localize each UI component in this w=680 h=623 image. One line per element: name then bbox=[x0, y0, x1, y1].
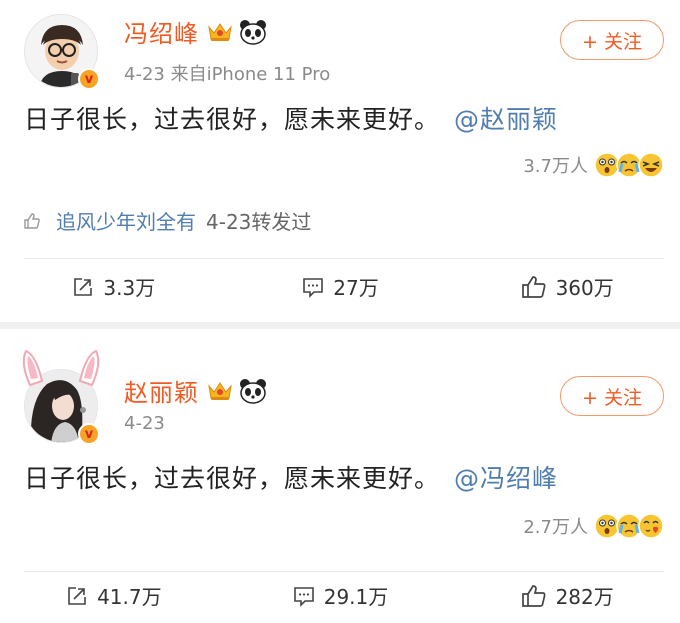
divider bbox=[24, 571, 664, 572]
crown-icon bbox=[208, 381, 232, 400]
share-icon bbox=[74, 277, 93, 296]
author-name[interactable]: 赵丽颖 bbox=[124, 373, 199, 408]
post-text: 日子很长，过去很好，愿未来更好。 @赵丽颖 bbox=[24, 100, 558, 136]
comment-icon bbox=[293, 586, 314, 607]
post-text: 日子很长，过去很好，愿未来更好。 @冯绍峰 bbox=[24, 459, 558, 495]
comment-button[interactable]: 29.1万 bbox=[227, 581, 454, 610]
like-icon bbox=[521, 275, 546, 298]
comment-count: 27万 bbox=[333, 276, 379, 300]
comment-icon bbox=[303, 277, 324, 298]
action-bar: 3.3万 27万 360万 bbox=[0, 272, 680, 301]
weibo-post-2: v 赵丽颖 4-23 + 关注 日子很长，过去很好，愿未来更好。 @冯绍峰 2.7… bbox=[0, 329, 680, 623]
reaction-summary[interactable]: 3.7万人 bbox=[523, 152, 664, 178]
reaction-summary[interactable]: 2.7万人 bbox=[523, 513, 664, 539]
like-button[interactable]: 282万 bbox=[453, 581, 680, 610]
avatar-wrap[interactable]: v bbox=[22, 349, 100, 445]
follow-button[interactable]: + 关注 bbox=[560, 20, 664, 60]
like-button[interactable]: 360万 bbox=[453, 272, 680, 301]
reaction-count: 2.7万人 bbox=[523, 517, 588, 538]
verified-badge-icon: v bbox=[78, 68, 100, 90]
bunny-ears-icon bbox=[22, 349, 100, 387]
repost-time: 4-23转发过 bbox=[206, 210, 312, 234]
weibo-post-1: v 冯绍峰 4-23 来自iPhone 11 Pro + 关注 日子很长，过去很… bbox=[0, 0, 680, 322]
comment-button[interactable]: 27万 bbox=[227, 272, 454, 301]
laughing-emoji-icon bbox=[638, 152, 664, 178]
author-row: 赵丽颖 bbox=[124, 373, 267, 408]
share-icon bbox=[68, 586, 86, 605]
thumb-icon bbox=[24, 212, 40, 229]
action-bar: 41.7万 29.1万 282万 bbox=[0, 581, 680, 610]
like-count: 360万 bbox=[555, 276, 614, 300]
post-meta: 4-23 bbox=[124, 413, 165, 434]
mention-link[interactable]: @赵丽颖 bbox=[454, 105, 558, 134]
mention-link[interactable]: @冯绍峰 bbox=[454, 464, 558, 493]
divider bbox=[24, 258, 664, 259]
author-name[interactable]: 冯绍峰 bbox=[124, 14, 199, 49]
share-count: 3.3万 bbox=[103, 276, 156, 300]
panda-icon bbox=[240, 19, 266, 45]
heart-kiss-emoji-icon bbox=[638, 513, 664, 539]
post-body: 日子很长，过去很好，愿未来更好。 bbox=[24, 105, 441, 134]
repost-info: 追风少年刘全有 4-23转发过 bbox=[22, 206, 311, 235]
repost-user-link[interactable]: 追风少年刘全有 bbox=[56, 206, 196, 235]
comment-count: 29.1万 bbox=[323, 585, 389, 609]
post-separator bbox=[0, 322, 680, 329]
share-button[interactable]: 3.3万 bbox=[0, 272, 227, 301]
panda-icon bbox=[240, 378, 266, 404]
avatar-wrap[interactable]: v bbox=[24, 14, 100, 90]
author-row: 冯绍峰 bbox=[124, 14, 267, 49]
verified-badge-icon: v bbox=[78, 423, 100, 445]
reaction-count: 3.7万人 bbox=[523, 156, 588, 177]
like-icon bbox=[521, 584, 546, 607]
crown-icon bbox=[208, 22, 232, 41]
post-meta: 4-23 来自iPhone 11 Pro bbox=[124, 64, 331, 85]
post-body: 日子很长，过去很好，愿未来更好。 bbox=[24, 464, 441, 493]
follow-button[interactable]: + 关注 bbox=[560, 376, 664, 416]
like-count: 282万 bbox=[555, 585, 614, 609]
share-count: 41.7万 bbox=[97, 585, 162, 609]
share-button[interactable]: 41.7万 bbox=[0, 581, 227, 610]
